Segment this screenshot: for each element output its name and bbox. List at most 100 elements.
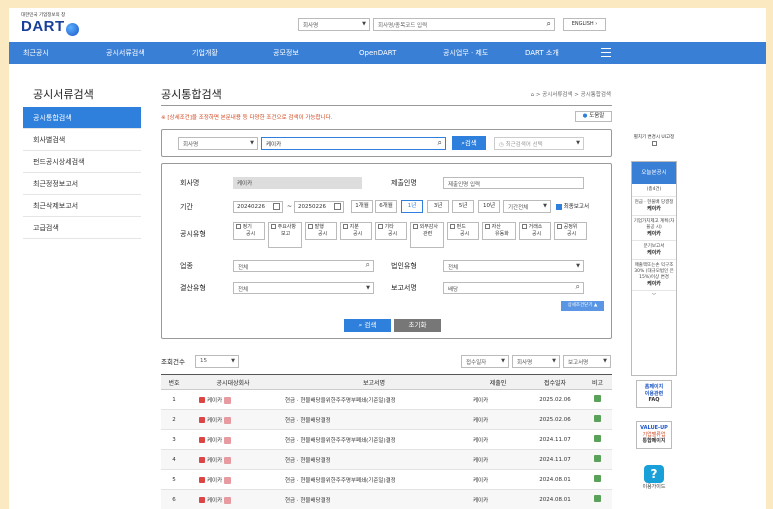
today-viewed-item[interactable]: 분기보고서 케이카 — [632, 241, 676, 260]
calendar-icon[interactable] — [273, 203, 280, 210]
sort-report-select[interactable]: 보고서명 ▼ — [563, 355, 611, 368]
period-3y-button[interactable]: 3년 — [427, 200, 449, 213]
checkbox-icon[interactable] — [522, 224, 527, 229]
row-report-link[interactable]: 현금 · 현물배당결정 — [279, 449, 469, 470]
type-issuance[interactable]: 발행 공시 — [305, 222, 337, 240]
row-company-link[interactable]: 케이카 — [207, 458, 222, 464]
nav-item-offering[interactable]: 공모정보 — [273, 42, 299, 64]
table-row[interactable]: 5 케이카 현금 · 현물배당을위한주주명부폐쇄(기준일)결정 케이카 2024… — [161, 469, 612, 490]
sidebar-item-recent-deletions[interactable]: 최근삭제보고서 — [23, 195, 141, 217]
period-5y-button[interactable]: 5년 — [452, 200, 474, 213]
checkbox-icon[interactable] — [308, 224, 313, 229]
row-report-link[interactable]: 현금 · 현물배당을위한주주명부폐쇄(기준일)결정 — [279, 469, 469, 490]
row-company-link[interactable]: 케이카 — [207, 398, 222, 404]
date-to-input[interactable]: 20250226 — [294, 201, 344, 213]
row-report-link[interactable]: 현금 · 현물배당을위한주주명부폐쇄(기준일)결정 — [279, 429, 469, 450]
row-report-link[interactable]: 현금 · 현물배당결정 — [279, 409, 469, 430]
result-count-select[interactable]: 15 ▼ — [195, 355, 239, 368]
hamburger-menu-icon[interactable] — [601, 48, 611, 57]
sidebar-item-integrated-search[interactable]: 공시통합검색 — [23, 107, 141, 129]
main-search-button[interactable]: ⌕검색 — [452, 136, 486, 150]
row-report-link[interactable]: 현금 · 현물배당결정 — [279, 489, 469, 509]
english-button[interactable]: ENGLISH › — [563, 18, 606, 31]
sort-company-select[interactable]: 회사명 ▼ — [512, 355, 560, 368]
sidebar-item-recent-corrections[interactable]: 최근정정보고서 — [23, 173, 141, 195]
period-1m-button[interactable]: 1개월 — [351, 200, 373, 213]
main-search-type-select[interactable]: 회사명 ▼ — [178, 137, 258, 150]
checkbox-icon[interactable] — [271, 224, 276, 229]
note-icon[interactable] — [594, 435, 601, 442]
table-row[interactable]: 3 케이카 현금 · 현물배당을위한주주명부폐쇄(기준일)결정 케이카 2024… — [161, 429, 612, 450]
corp-type-select[interactable]: 전체 ▼ — [443, 260, 584, 272]
rail-pin-toggle[interactable]: 펼치기 변경시 UI고정 — [631, 135, 677, 148]
nav-item-company[interactable]: 기업개황 — [192, 42, 218, 64]
row-company-link[interactable]: 케이카 — [207, 438, 222, 444]
help-button[interactable]: ● 도움말 — [575, 111, 612, 122]
dart-logo[interactable]: 대한민국 기업정보의 창 DART — [21, 12, 79, 36]
detail-search-button[interactable]: ⌕ 검색 — [344, 319, 391, 332]
checkbox-icon[interactable] — [236, 224, 241, 229]
table-row[interactable]: 4 케이카 현금 · 현물배당결정 케이카 2024.11.07 — [161, 449, 612, 470]
type-equity[interactable]: 지분 공시 — [340, 222, 372, 240]
row-report-link[interactable]: 현금 · 현물배당을위한주주명부폐쇄(기준일)결정 — [279, 389, 469, 410]
checkbox-icon[interactable] — [413, 224, 418, 229]
industry-input[interactable]: 전체 ⌕ — [233, 260, 374, 272]
date-from-input[interactable]: 20240226 — [233, 201, 283, 213]
period-1y-button[interactable]: 1년 — [401, 200, 423, 213]
sidebar-item-fund-search[interactable]: 펀드공시상세검색 — [23, 151, 141, 173]
table-row[interactable]: 6 케이카 현금 · 현물배당결정 케이카 2024.08.01 — [161, 489, 612, 509]
type-audit[interactable]: 외부감사 관련 — [410, 222, 444, 248]
final-report-checkbox[interactable]: 최종보고서 — [556, 202, 589, 210]
note-icon[interactable] — [594, 395, 601, 402]
header-search-input[interactable]: 회사명/종목코드 입력 ⌕ — [373, 18, 555, 31]
reset-button[interactable]: 초기화 — [394, 319, 441, 332]
note-icon[interactable] — [594, 475, 601, 482]
type-other[interactable]: 기타 공시 — [375, 222, 407, 240]
checkbox-icon[interactable] — [485, 224, 490, 229]
row-company-link[interactable]: 케이카 — [207, 478, 222, 484]
report-name-input[interactable]: 배당 ⌕ — [443, 282, 584, 294]
type-major[interactable]: 주요사항 보고 — [268, 222, 302, 248]
advanced-toggle-button[interactable]: 상세조건닫기 ▲ — [561, 301, 604, 311]
settle-select[interactable]: 전체 ▼ — [233, 282, 374, 294]
today-viewed-item[interactable]: 현금 · 현물배 당결정 케이카 — [632, 197, 676, 216]
nav-item-recent[interactable]: 최근공시 — [23, 42, 49, 64]
rail-scroll-down-icon[interactable]: ﹀ — [632, 291, 676, 303]
checkbox-icon[interactable] — [557, 224, 562, 229]
table-row[interactable]: 1 케이카 현금 · 현물배당을위한주주명부폐쇄(기준일)결정 케이카 2025… — [161, 389, 612, 410]
type-regular[interactable]: 정기 공시 — [233, 222, 265, 240]
guide-link[interactable]: ? 이용가이드 — [636, 460, 672, 494]
home-icon[interactable]: ⌂ — [531, 92, 535, 98]
nav-item-system[interactable]: 공시업무 · 제도 — [443, 42, 488, 64]
header-search-type-select[interactable]: 회사명 ▼ — [298, 18, 370, 31]
value-up-link[interactable]: VALUE-UP 기업밸류업 통합페이지 — [636, 421, 672, 449]
search-icon[interactable]: ⌕ — [366, 260, 370, 270]
type-ftc[interactable]: 공정위 공시 — [554, 222, 587, 240]
period-10y-button[interactable]: 10년 — [478, 200, 500, 213]
submitter-input[interactable]: 제출인명 입력 — [443, 177, 584, 189]
search-icon[interactable]: ⌕ — [576, 282, 580, 292]
row-company-link[interactable]: 케이카 — [207, 418, 222, 424]
today-viewed-item[interactable]: 기업가치제고 계획(자율공 시) 케이카 — [632, 216, 676, 241]
sort-date-select[interactable]: 접수일자 ▼ — [461, 355, 509, 368]
period-all-select[interactable]: 기간전체 ▼ — [503, 200, 551, 213]
note-icon[interactable] — [594, 495, 601, 502]
today-viewed-item[interactable]: 매출액또는손 익구조30% (대규모법인 은15%)이상 변경 케이카 — [632, 260, 676, 291]
type-exchange[interactable]: 거래소 공시 — [519, 222, 551, 240]
row-company-link[interactable]: 케이카 — [207, 498, 222, 504]
search-icon[interactable]: ⌕ — [547, 19, 551, 29]
checkbox-icon[interactable] — [378, 224, 383, 229]
period-6m-button[interactable]: 6개월 — [375, 200, 397, 213]
checkbox-icon[interactable] — [343, 224, 348, 229]
faq-link[interactable]: 홈페이지 이용관련 FAQ — [636, 380, 672, 408]
table-row[interactable]: 2 케이카 현금 · 현물배당결정 케이카 2025.02.06 — [161, 409, 612, 430]
sidebar-item-company-search[interactable]: 회사별검색 — [23, 129, 141, 151]
type-fund[interactable]: 펀드 공시 — [447, 222, 479, 240]
note-icon[interactable] — [594, 455, 601, 462]
checkbox-icon[interactable] — [450, 224, 455, 229]
nav-item-search[interactable]: 공시서류검색 — [106, 42, 145, 64]
type-securitization[interactable]: 자산 유동화 — [482, 222, 516, 240]
note-icon[interactable] — [594, 415, 601, 422]
main-search-input[interactable]: 케이카 ⌕ — [261, 137, 446, 150]
checkbox-icon[interactable] — [556, 203, 562, 210]
